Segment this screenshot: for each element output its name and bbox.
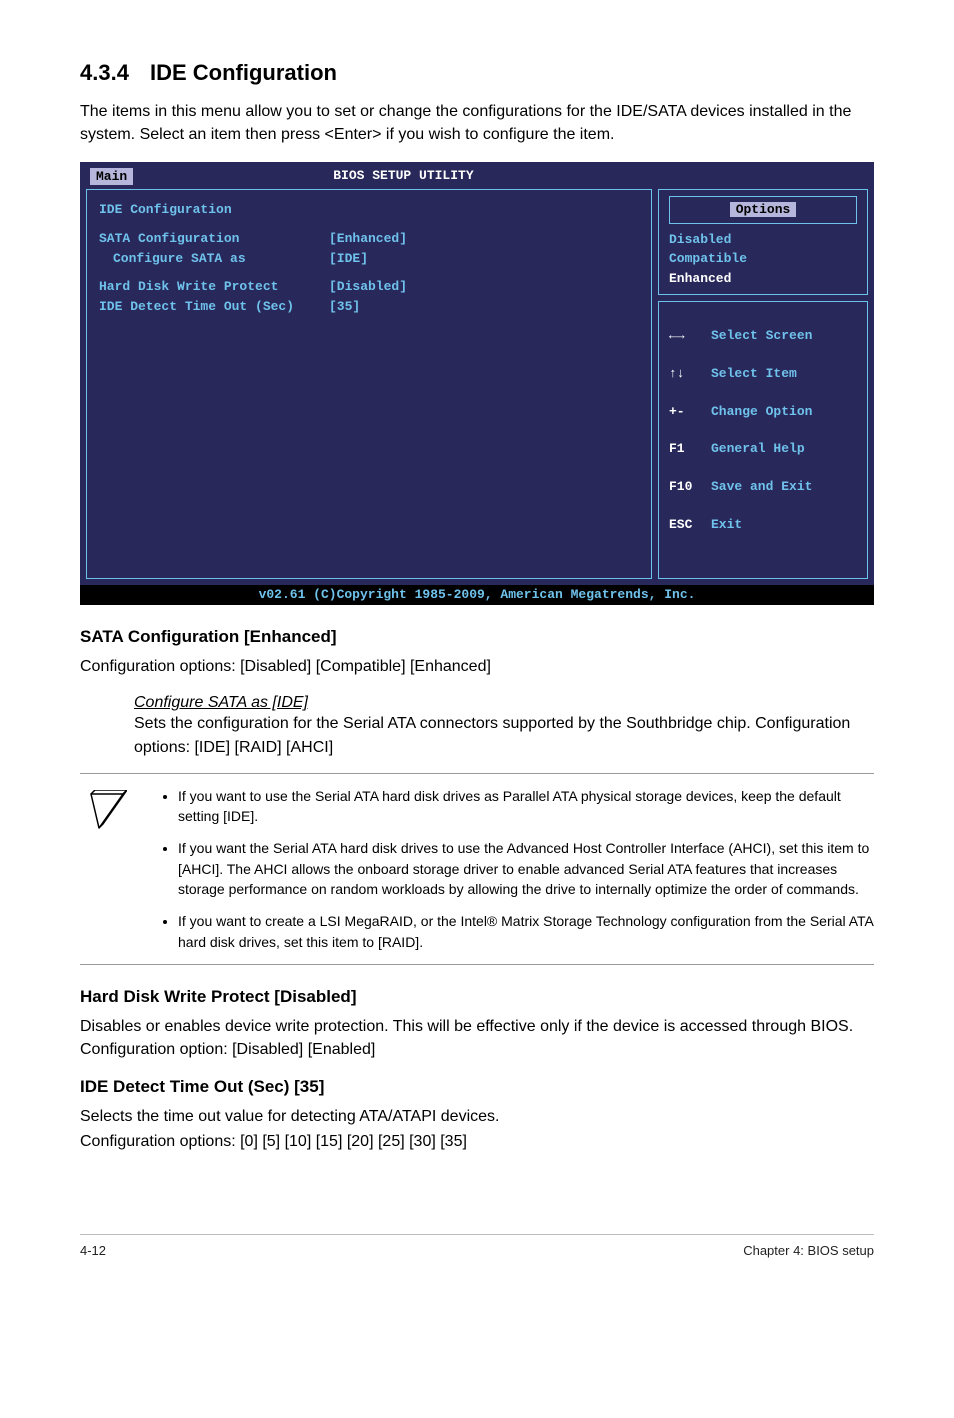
tip-item: If you want to use the Serial ATA hard d… — [178, 786, 874, 827]
bios-row-label: SATA Configuration — [99, 229, 329, 249]
nav-label: General Help — [711, 441, 805, 456]
paragraph: Sets the configuration for the Serial AT… — [134, 712, 874, 758]
bios-row: Configure SATA as[IDE] — [99, 249, 639, 269]
bios-row-label: Configure SATA as — [99, 249, 329, 269]
intro-paragraph: The items in this menu allow you to set … — [80, 100, 874, 146]
nav-label: Change Option — [711, 404, 812, 419]
tip-item: If you want the Serial ATA hard disk dri… — [178, 838, 874, 899]
bios-row: SATA Configuration[Enhanced] — [99, 229, 639, 249]
sub-item-title: Configure SATA as [IDE] — [134, 694, 874, 712]
page-number: 4-12 — [80, 1243, 106, 1258]
nav-key: ESC — [669, 516, 711, 535]
nav-label: Exit — [711, 517, 742, 532]
nav-label: Save and Exit — [711, 479, 812, 494]
section-title: IDE Configuration — [150, 60, 337, 85]
bios-nav-row: F10Save and Exit — [669, 478, 857, 497]
bios-option: Disabled — [669, 230, 857, 250]
paragraph: Disables or enables device write protect… — [80, 1015, 874, 1061]
nav-key: ←→ — [669, 327, 711, 346]
bios-options-title: Options — [669, 196, 857, 224]
bios-row: Hard Disk Write Protect[Disabled] — [99, 277, 639, 297]
bios-row-value: [35] — [329, 297, 360, 317]
page-footer: 4-12 Chapter 4: BIOS setup — [80, 1234, 874, 1258]
section-number: 4.3.4 — [80, 60, 150, 86]
bios-nav-row: +-Change Option — [669, 403, 857, 422]
nav-key: F1 — [669, 440, 711, 459]
nav-key: F10 — [669, 478, 711, 497]
bios-nav-row: ESCExit — [669, 516, 857, 535]
bios-screenshot: Main BIOS SETUP UTILITY IDE Configuratio… — [80, 162, 874, 605]
bios-row: IDE Detect Time Out (Sec)[35] — [99, 297, 639, 317]
chapter-label: Chapter 4: BIOS setup — [743, 1243, 874, 1258]
nav-key: +- — [669, 403, 711, 422]
nav-label: Select Item — [711, 366, 797, 381]
subsection-heading: Hard Disk Write Protect [Disabled] — [80, 987, 874, 1007]
subsection-heading: IDE Detect Time Out (Sec) [35] — [80, 1077, 874, 1097]
nav-label: Select Screen — [711, 328, 812, 343]
tip-content: If you want to use the Serial ATA hard d… — [158, 786, 874, 952]
bios-option: Compatible — [669, 249, 857, 269]
paragraph: Configuration options: [0] [5] [10] [15]… — [80, 1130, 874, 1153]
nav-key: ↑↓ — [669, 365, 711, 384]
bios-nav-box: ←→Select Screen ↑↓Select Item +-Change O… — [658, 301, 868, 579]
bios-nav-row: F1General Help — [669, 440, 857, 459]
options-label: Options — [730, 202, 797, 217]
bios-row-label: Hard Disk Write Protect — [99, 277, 329, 297]
bios-nav-row: ←→Select Screen — [669, 327, 857, 346]
bios-header: Main BIOS SETUP UTILITY — [80, 162, 874, 189]
tip-item: If you want to create a LSI MegaRAID, or… — [178, 911, 874, 952]
pencil-icon — [80, 786, 134, 952]
bios-title: BIOS SETUP UTILITY — [333, 168, 473, 183]
bios-left-pane: IDE Configuration SATA Configuration[Enh… — [86, 189, 652, 579]
paragraph: Selects the time out value for detecting… — [80, 1105, 874, 1128]
bios-row-label: IDE Detect Time Out (Sec) — [99, 297, 329, 317]
bios-nav-row: ↑↓Select Item — [669, 365, 857, 384]
subsection-heading: SATA Configuration [Enhanced] — [80, 627, 874, 647]
bios-row-value: [Enhanced] — [329, 229, 407, 249]
tip-block: If you want to use the Serial ATA hard d… — [80, 773, 874, 965]
bios-row-value: [IDE] — [329, 249, 368, 269]
bios-options-box: Options Disabled Compatible Enhanced — [658, 189, 868, 295]
bios-footer: v02.61 (C)Copyright 1985-2009, American … — [80, 585, 874, 605]
section-heading: 4.3.4IDE Configuration — [80, 60, 874, 86]
bios-row-value: [Disabled] — [329, 277, 407, 297]
bios-left-title: IDE Configuration — [99, 200, 639, 220]
bios-tab-main: Main — [90, 168, 133, 185]
paragraph: Configuration options: [Disabled] [Compa… — [80, 655, 874, 678]
bios-option-selected: Enhanced — [669, 269, 857, 289]
